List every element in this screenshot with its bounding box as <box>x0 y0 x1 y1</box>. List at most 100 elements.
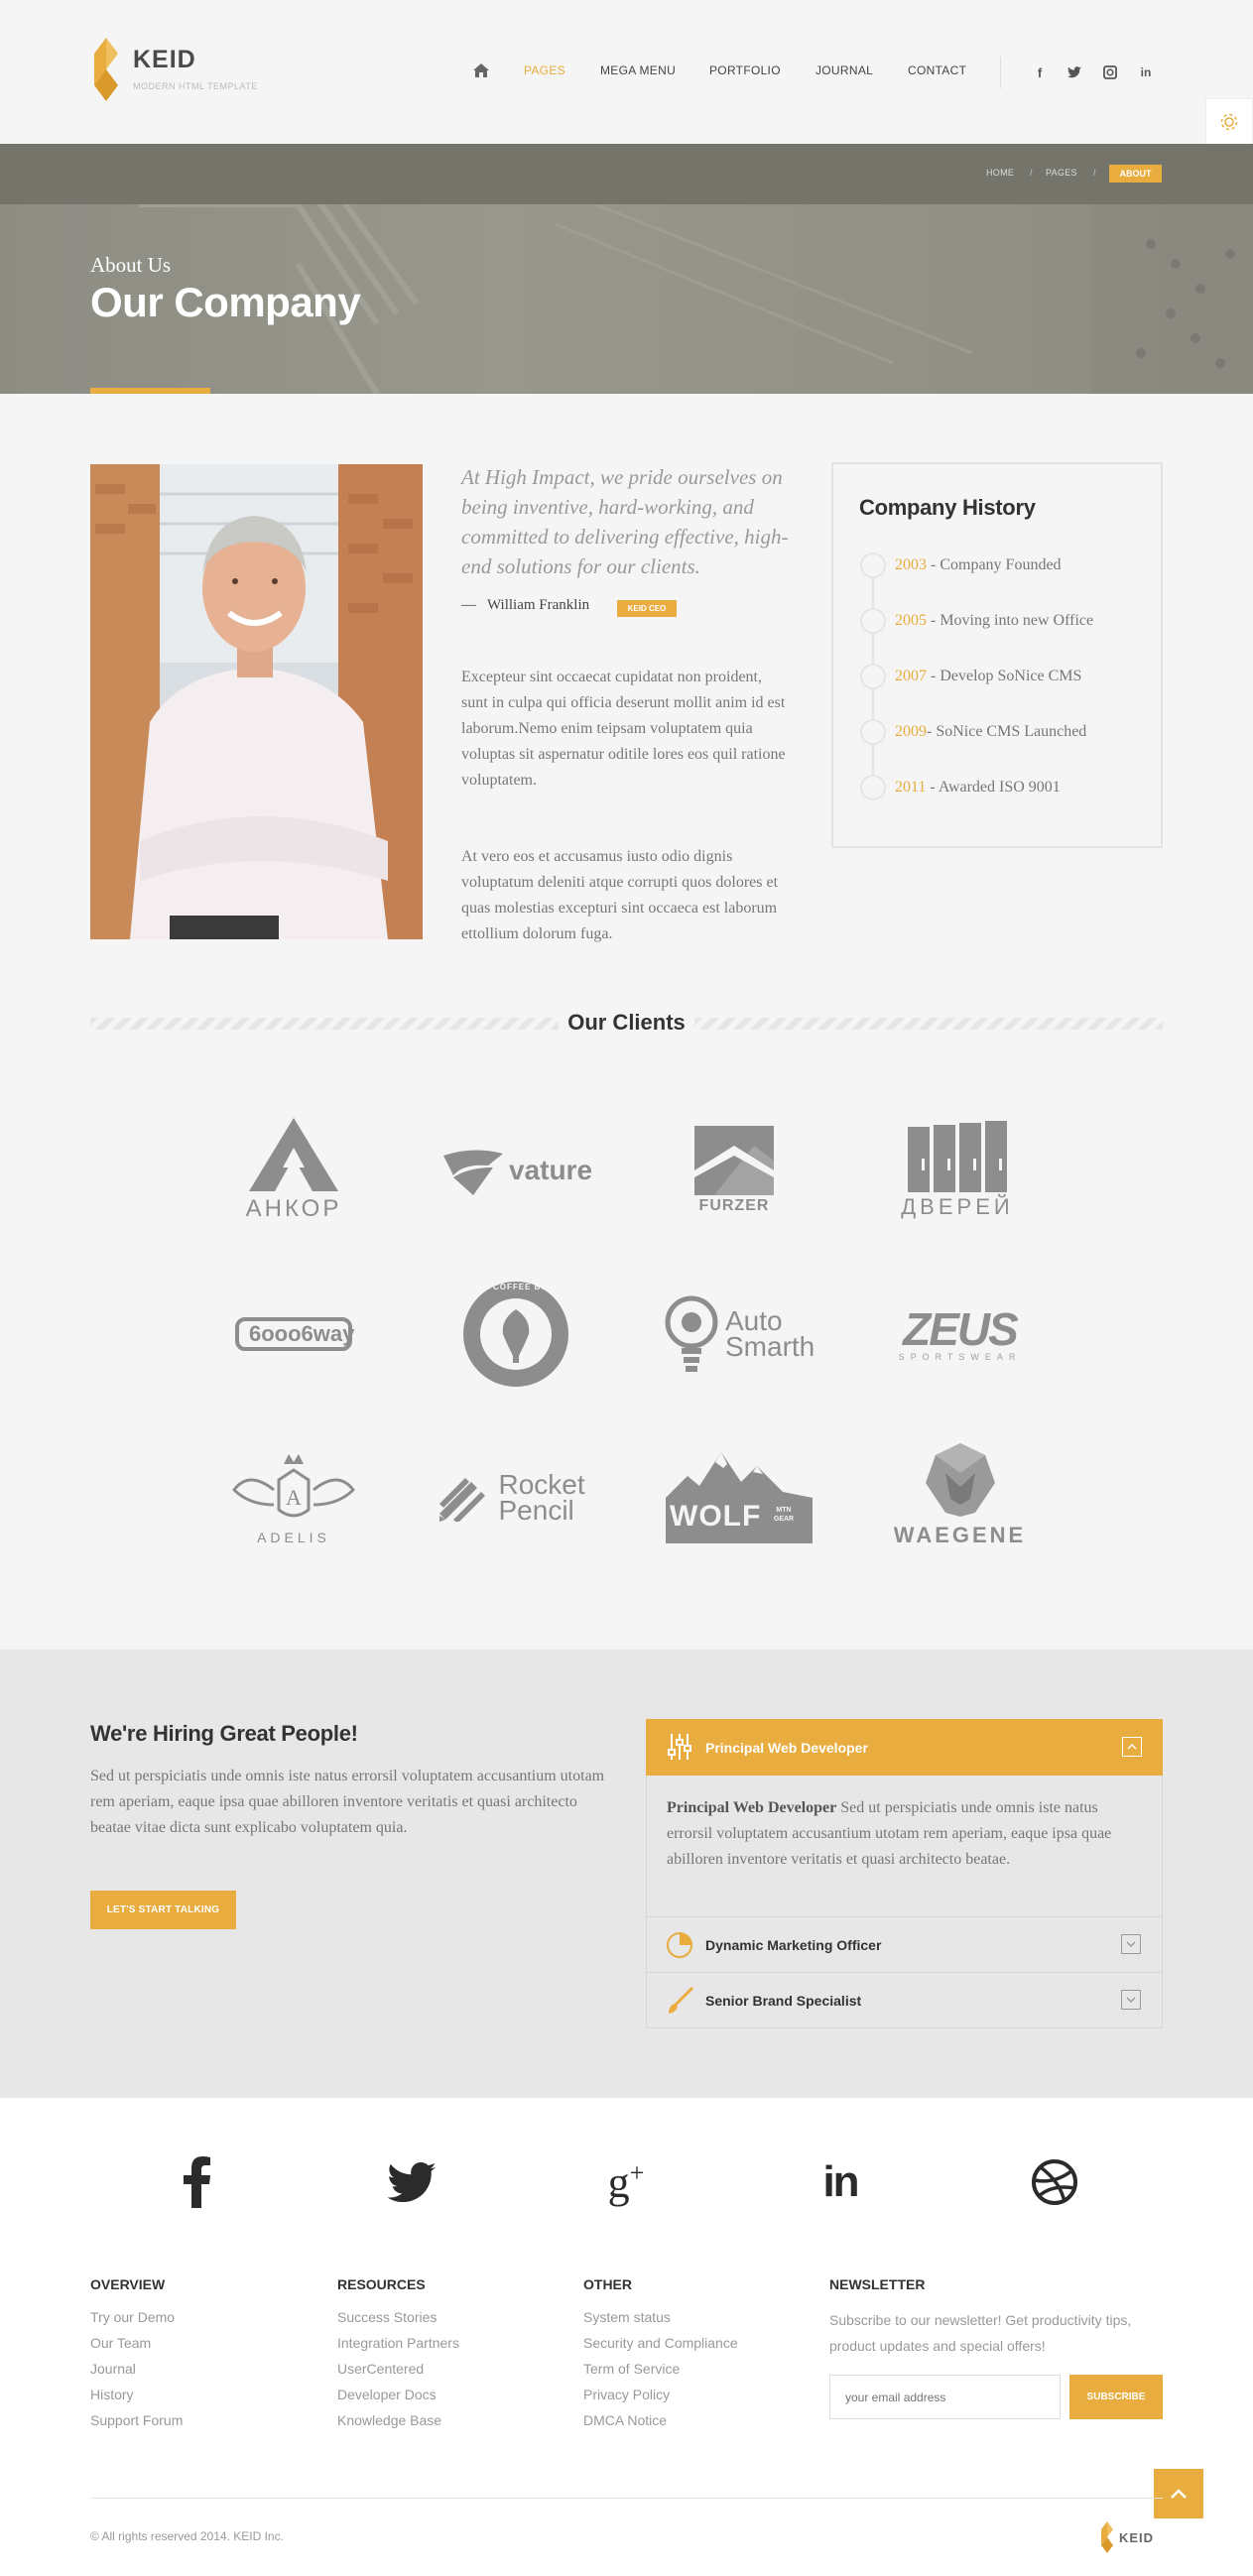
home-icon[interactable] <box>473 63 489 77</box>
client-logo-6ooo6way[interactable]: 6ooo6way <box>224 1294 363 1374</box>
nav-item-contact[interactable]: CONTACT <box>908 63 966 77</box>
breadcrumb-separator: / <box>1093 168 1096 178</box>
client-logo-zeus[interactable]: ZEUS SPORTSWEAR <box>883 1299 1037 1369</box>
client-name: ДВЕРЕЙ <box>901 1194 1014 1219</box>
client-name: Rocket Pencil <box>498 1469 585 1526</box>
history-title: Company History <box>859 495 1036 520</box>
logo-mark-icon <box>1101 2521 1113 2553</box>
footer-link[interactable]: Integration Partners <box>337 2335 459 2351</box>
nav-item-journal[interactable]: JOURNAL <box>815 63 873 77</box>
expand-toggle[interactable] <box>1121 1934 1141 1954</box>
history-year: 2005 <box>895 612 927 629</box>
brush-icon <box>669 1986 694 2014</box>
history-text: - Develop SoNice CMS <box>927 668 1082 684</box>
client-name: WOLF <box>670 1500 762 1533</box>
footer-link[interactable]: Term of Service <box>583 2361 680 2377</box>
nav-item-pages[interactable]: PAGES <box>524 63 565 77</box>
page-title: Our Company <box>90 279 361 325</box>
footer-logo[interactable]: KEID <box>1101 2521 1154 2553</box>
client-logo-adelis[interactable]: A ADELIS <box>219 1443 368 1552</box>
expand-toggle[interactable] <box>1121 1990 1141 2010</box>
footer-link[interactable]: UserCentered <box>337 2361 424 2377</box>
client-logo-waegene[interactable]: WAEGENE <box>883 1438 1037 1552</box>
footer-divider <box>90 2498 1163 2499</box>
client-name: THE COFFEE BUSH <box>470 1283 562 1291</box>
footer-link[interactable]: Support Forum <box>90 2412 183 2428</box>
client-name: FURZER <box>698 1197 770 1214</box>
history-year: 2009 <box>895 723 927 740</box>
footer-link[interactable]: Success Stories <box>337 2309 437 2325</box>
google-plus-icon[interactable]: g + <box>598 2154 654 2210</box>
client-logo-vature[interactable]: vature <box>434 1141 602 1200</box>
collapse-toggle[interactable] <box>1122 1737 1142 1757</box>
about-paragraph-1: Excepteur sint occaecat cupidatat non pr… <box>461 669 786 789</box>
history-event: 2007 - Develop SoNice CMS <box>895 668 1081 685</box>
facebook-icon[interactable] <box>170 2154 225 2210</box>
job-title: Principal Web Developer <box>705 1740 868 1756</box>
nav-item-portfolio[interactable]: PORTFOLIO <box>709 63 781 77</box>
dribbble-icon[interactable] <box>1027 2154 1082 2210</box>
footer-link[interactable]: Try our Demo <box>90 2309 175 2325</box>
footer-link[interactable]: System status <box>583 2309 671 2325</box>
quote-author: — William Franklin <box>461 597 589 614</box>
breadcrumb-home[interactable]: HOME <box>986 168 1014 178</box>
footer-link[interactable]: Our Team <box>90 2335 151 2351</box>
ceo-photo <box>90 464 423 939</box>
start-talking-button[interactable]: LET'S START TALKING <box>90 1891 236 1929</box>
history-year: 2003 <box>895 556 927 573</box>
footer-link[interactable]: Developer Docs <box>337 2387 437 2402</box>
client-name: WAEGENE <box>893 1522 1027 1547</box>
client-logo-ankor[interactable]: АНКОР <box>224 1111 363 1230</box>
rocket-pencil-logo-icon <box>439 1478 485 1522</box>
client-name: ZEUS <box>903 1303 1019 1355</box>
twitter-icon[interactable] <box>1066 64 1082 80</box>
footer-link[interactable]: DMCA Notice <box>583 2412 667 2428</box>
footer-link[interactable]: Security and Compliance <box>583 2335 738 2351</box>
nav-item-mega-menu[interactable]: MEGA MENU <box>600 63 676 77</box>
client-logo-coffee-bush[interactable]: THE COFFEE BUSH <box>453 1275 578 1394</box>
dverey-logo-icon <box>908 1121 1007 1192</box>
breadcrumb-pages[interactable]: PAGES <box>1046 168 1077 178</box>
linkedin-icon[interactable]: in <box>813 2154 868 2210</box>
client-name: 6ooo6way <box>235 1317 354 1351</box>
history-year: 2011 <box>895 779 927 796</box>
subscribe-button[interactable]: SUBSCRIBE <box>1069 2375 1163 2419</box>
instagram-icon[interactable] <box>1102 64 1118 80</box>
client-logo-wolf[interactable]: WOLF MTN GEAR <box>660 1448 818 1547</box>
svg-text:A: A <box>286 1485 302 1510</box>
history-text: - Company Founded <box>927 556 1062 573</box>
about-paragraph-2: At vero eos et accusamus iusto odio dign… <box>461 848 779 942</box>
hiring-description: Sed ut perspiciatis unde omnis iste natu… <box>90 1768 605 1836</box>
client-logo-rocket-pencil[interactable]: Rocket Pencil <box>437 1463 600 1533</box>
client-logo-auto-smarth[interactable]: Auto Smarth <box>660 1289 818 1379</box>
client-logo-furzer[interactable]: FURZER <box>670 1121 799 1220</box>
facebook-icon[interactable]: f <box>1032 64 1048 80</box>
twitter-icon[interactable] <box>384 2154 439 2210</box>
client-subname: SPORTSWEAR <box>898 1352 1022 1362</box>
linkedin-icon[interactable]: in <box>1138 64 1154 80</box>
coffee-bush-logo-icon <box>463 1282 568 1387</box>
vature-logo-icon <box>442 1150 503 1195</box>
history-year: 2007 <box>895 668 927 684</box>
newsletter-title: NEWSLETTER <box>829 2276 926 2292</box>
gear-icon <box>1220 113 1238 131</box>
client-name: ADELIS <box>257 1530 330 1545</box>
footer-link[interactable]: Knowledge Base <box>337 2412 441 2428</box>
logo-title[interactable]: KEID <box>133 46 196 74</box>
history-text: - Moving into new Office <box>927 612 1094 629</box>
adelis-logo-icon: A <box>232 1454 355 1518</box>
newsletter-email-input[interactable] <box>829 2375 1061 2419</box>
back-to-top-button[interactable] <box>1154 2469 1203 2518</box>
history-event: 2009- SoNice CMS Launched <box>895 723 1086 741</box>
banner-subtitle: About Us <box>90 253 172 277</box>
footer-link[interactable]: Journal <box>90 2361 136 2377</box>
job-description-lead: Principal Web Developer <box>667 1799 837 1816</box>
footer-link[interactable]: Privacy Policy <box>583 2387 670 2402</box>
client-name: Auto Smarth <box>725 1305 815 1362</box>
settings-toggle[interactable] <box>1205 98 1253 146</box>
footer-link[interactable]: History <box>90 2387 134 2402</box>
logo-tagline: MODERN HTML TEMPLATE <box>133 81 258 91</box>
timeline-dot <box>860 552 886 578</box>
client-logo-dverey[interactable]: ДВЕРЕЙ <box>888 1116 1027 1225</box>
logo-mark-icon[interactable] <box>94 38 118 101</box>
